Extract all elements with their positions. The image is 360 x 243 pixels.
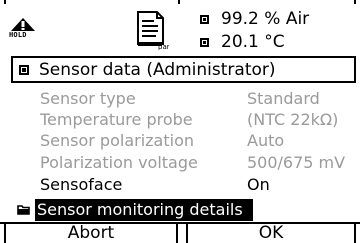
submenu-sensor-monitoring-details[interactable]: Sensor monitoring details	[35, 199, 253, 221]
measurement-readout-oxygen: 99.2 % Air	[200, 9, 309, 29]
menu-row-polarization-voltage[interactable]: Polarization voltage 500/675 mV	[40, 152, 350, 174]
row-label: Polarization voltage	[40, 153, 198, 172]
row-label: Temperature probe	[40, 110, 193, 129]
measurement-readout-temperature: 20.1 °C	[200, 32, 285, 52]
hold-label: HOLD	[9, 31, 27, 39]
param-icon-label: par	[158, 43, 169, 50]
menu-title-bar: Sensor data (Administrator)	[11, 56, 356, 83]
row-value: (NTC 22kΩ)	[247, 110, 339, 129]
channel-icon	[200, 14, 209, 24]
abort-button[interactable]: Abort	[4, 224, 178, 243]
menu-row-temperature-probe[interactable]: Temperature probe (NTC 22kΩ)	[40, 109, 350, 131]
row-value: On	[247, 175, 270, 194]
row-value: Auto	[247, 131, 285, 150]
row-value: Standard	[247, 89, 320, 108]
top-divider	[178, 0, 180, 4]
oxygen-value: 99.2 % Air	[221, 9, 310, 29]
folder-icon	[17, 205, 30, 215]
row-label: Sensoface	[40, 175, 123, 194]
softkey-bar: Abort OK	[0, 222, 360, 243]
menu-row-sensor-type[interactable]: Sensor type Standard	[40, 88, 350, 110]
menu-row-sensoface[interactable]: Sensoface On	[40, 174, 350, 196]
top-edge	[4, 0, 356, 4]
row-label: Sensor polarization	[40, 131, 194, 150]
page-title: Sensor data (Administrator)	[39, 59, 276, 80]
menu-icon	[19, 64, 29, 75]
row-label: Sensor type	[40, 89, 136, 108]
channel-icon	[200, 37, 209, 47]
menu-row-sensor-polarization[interactable]: Sensor polarization Auto	[40, 130, 350, 152]
temperature-value: 20.1 °C	[221, 32, 285, 52]
row-value: 500/675 mV	[247, 153, 346, 172]
ok-button[interactable]: OK	[186, 224, 356, 243]
parameter-document-icon: par	[137, 11, 169, 50]
device-display: HOLD par 99.2 % Air 20.1 °C Sensor data …	[0, 0, 360, 243]
